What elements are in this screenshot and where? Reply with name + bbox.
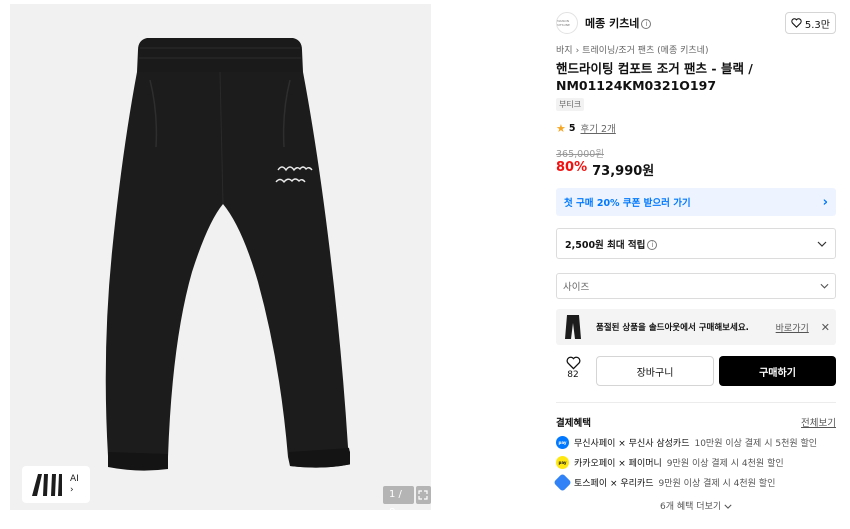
close-icon[interactable]: ✕	[821, 321, 830, 334]
view-all-link[interactable]: 전체보기	[801, 415, 836, 429]
first-purchase-coupon-banner[interactable]: 첫 구매 20% 쿠폰 받으러 가기 ›	[556, 188, 836, 216]
divider	[556, 402, 836, 403]
benefit-desc: 10만원 이상 결제 시 5천원 할인	[694, 439, 818, 449]
benefit-name: 무신사페이 × 무신사 삼성카드	[574, 439, 690, 449]
brand-like-count: 5.3만	[804, 19, 830, 31]
points-dropdown[interactable]: 2,500원 최대 적립 i	[556, 228, 836, 259]
product-tag: 부티크	[556, 98, 585, 111]
like-button[interactable]: 82	[556, 356, 590, 386]
brand-name-text: 메종 키츠네	[585, 17, 640, 30]
musinsa-pay-icon: pay	[556, 436, 569, 449]
ai-search-thumbnail[interactable]: AI ›	[22, 466, 90, 503]
breadcrumb: 바지 › 트레이닝/조거 팬츠 (메종 키츠네)	[556, 43, 708, 56]
chevron-down-icon	[820, 283, 829, 289]
sale-price: 73,990원	[592, 164, 655, 179]
heart-icon	[566, 356, 580, 370]
more-benefits-label: 6개 혜택 더보기	[660, 502, 722, 512]
size-select[interactable]: 사이즈	[556, 273, 836, 299]
points-text: 2,500원 최대 적립	[565, 239, 646, 251]
product-title: 핸드라이팅 컴포트 조거 팬츠 - 블랙 / NM01124KM0321O197	[556, 61, 753, 93]
chevron-down-icon	[724, 504, 732, 509]
kakao-pay-icon: pay	[556, 456, 569, 469]
info-icon[interactable]: i	[641, 19, 652, 29]
original-price: 365,000원	[556, 149, 605, 160]
page-indicator: 1 / 8	[383, 486, 414, 518]
more-benefits-button[interactable]: 6개 혜택 더보기	[660, 499, 732, 512]
brand-logo-text: MAISON KITSUNE	[557, 19, 570, 27]
benefit-item: pay 무신사페이 × 무신사 삼성카드 10만원 이상 결제 시 5천원 할인	[556, 436, 836, 449]
chevron-right-icon: ›	[70, 484, 74, 495]
coupon-text: 첫 구매 20% 쿠폰 받으러 가기	[564, 198, 691, 209]
expand-icon[interactable]	[415, 486, 431, 504]
benefit-desc: 9만원 이상 결제 시 4천원 할인	[666, 459, 784, 469]
benefit-item: 토스페이 × 우리카드 9만원 이상 결제 시 4천원 할인	[553, 473, 836, 492]
ai-label: AI	[70, 473, 79, 484]
toss-pay-icon	[553, 473, 572, 492]
chevron-right-icon: ›	[575, 46, 580, 56]
benefit-desc: 9만원 이상 결제 시 4천원 할인	[658, 479, 776, 489]
brand-name[interactable]: 메종 키츠네 i	[585, 15, 652, 31]
breadcrumb-item[interactable]: 바지	[556, 46, 573, 56]
benefit-item: pay 카카오페이 × 페이머니 9만원 이상 결제 시 4천원 할인	[556, 456, 836, 469]
price-row: 80% 73,990원	[556, 160, 654, 179]
star-icon: ★	[556, 121, 566, 135]
buy-button[interactable]: 구매하기	[719, 356, 836, 386]
product-image-gallery[interactable]: AI › 1 / 8	[10, 4, 431, 518]
benefit-name: 토스페이 × 우리카드	[574, 479, 654, 489]
discount-rate: 80%	[556, 160, 588, 175]
like-count: 82	[567, 370, 579, 380]
ai-badge: AI ›	[70, 474, 79, 496]
size-select-placeholder: 사이즈	[563, 282, 590, 293]
info-icon[interactable]: i	[647, 239, 658, 250]
chevron-right-icon: ›	[822, 194, 828, 210]
thumbnail-image	[32, 473, 62, 496]
add-to-cart-button[interactable]: 장바구니	[596, 356, 714, 386]
brand-like-button[interactable]: 5.3만	[784, 12, 836, 34]
heart-icon	[791, 18, 802, 28]
benefit-name: 카카오페이 × 페이머니	[574, 459, 662, 469]
soldout-banner: 품절된 상품을 솔드아웃에서 구매해보세요. 바로가기 ✕	[556, 309, 836, 345]
action-row: 82 장바구니 구매하기	[556, 356, 836, 386]
pants-thumbnail-icon	[565, 315, 581, 339]
image-pager: 1 / 8	[383, 486, 431, 518]
brand-logo[interactable]: MAISON KITSUNE	[556, 12, 578, 34]
chevron-down-icon	[817, 241, 827, 247]
rating-score: 5	[568, 122, 576, 134]
review-link[interactable]: 후기 2개	[581, 121, 616, 135]
payment-benefits-label: 결제혜택	[556, 418, 591, 429]
soldout-go-link[interactable]: 바로가기	[776, 321, 809, 334]
brand-row: MAISON KITSUNE 메종 키츠네 i 5.3만	[556, 12, 836, 34]
soldout-text: 품절된 상품을 솔드아웃에서 구매해보세요.	[596, 323, 749, 333]
payment-benefits-header: 결제혜택 전체보기	[556, 415, 836, 429]
breadcrumb-item[interactable]: 트레이닝/조거 팬츠 (메종 키츠네)	[582, 46, 708, 56]
rating: ★ 5 후기 2개	[556, 121, 616, 136]
product-image	[105, 38, 350, 471]
